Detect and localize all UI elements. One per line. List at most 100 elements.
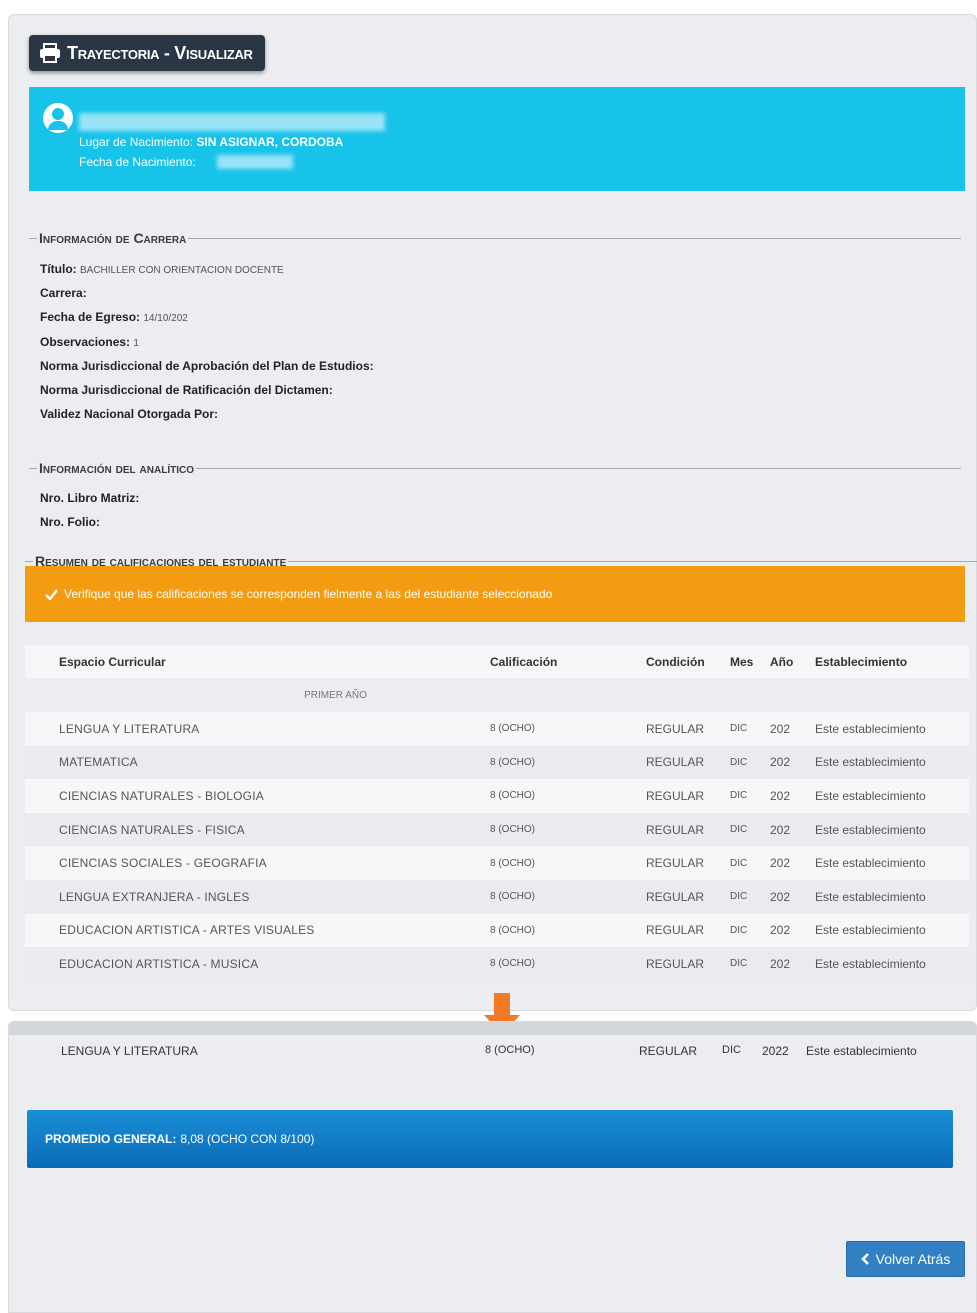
cell-grade: 8 (OCHO) — [490, 879, 646, 914]
birthplace-label: Lugar de Nacimiento: — [79, 135, 194, 149]
table-row: CIENCIAS NATURALES - BIOLOGIA 8 (OCHO) REG… — [25, 779, 969, 813]
cell-condition: REGULAR — [646, 947, 730, 981]
cell-establishment: Este establecimiento — [815, 879, 969, 914]
cell-year: 202 — [770, 947, 815, 981]
cell-year: 202 — [770, 812, 815, 847]
cell-establishment: Este establecimiento — [815, 812, 969, 847]
cell-establishment: Este establecimiento — [815, 745, 969, 780]
chevron-left-icon — [860, 1253, 869, 1265]
cell-subject: EDUCACION ARTISTICA - MUSICA — [25, 947, 490, 981]
field-validez: Validez Nacional Otorgada Por: — [40, 407, 219, 421]
table-row: EDUCACION ARTISTICA - ARTES VISUALES 8 (O… — [25, 913, 969, 948]
cell-condition: REGULAR — [646, 846, 730, 880]
average-box: PROMEDIO GENERAL: 8,08 (OCHO CON 8/100) — [27, 1110, 953, 1168]
col-establecimiento[interactable]: Establecimiento — [815, 645, 969, 678]
col-anio[interactable]: Año — [770, 645, 815, 678]
career-section-legend: Información de Carrera — [29, 230, 961, 246]
cell-condition: REGULAR — [646, 879, 730, 914]
cell-condition: REGULAR — [646, 913, 730, 948]
cell-condition: REGULAR — [646, 812, 730, 847]
birthplace-value: SIN ASIGNAR, CORDOBA — [196, 135, 344, 149]
back-button-label: Volver Atrás — [875, 1251, 951, 1267]
cell-grade: 8 (OCHO) — [490, 712, 646, 746]
analitico-section-legend: Información del analítico — [29, 460, 961, 476]
cell-month: DIC — [730, 947, 770, 981]
cell-grade: 8 (OCHO) — [490, 913, 646, 948]
zoom-condition: REGULAR — [639, 1044, 698, 1058]
average-value: 8,08 (OCHO CON 8/100) — [180, 1132, 315, 1146]
student-name-redacted — [79, 113, 385, 131]
grades-table: Espacio Curricular Calificación Condició… — [25, 645, 969, 981]
birthdate-label: Fecha de Nacimiento: — [79, 155, 196, 169]
cell-grade: 8 (OCHO) — [490, 779, 646, 813]
cell-month: DIC — [730, 879, 770, 914]
cell-subject: EDUCACION ARTISTICA - ARTES VISUALES — [25, 913, 490, 948]
cell-year: 202 — [770, 779, 815, 813]
cell-year: 202 — [770, 745, 815, 780]
cell-year: 202 — [770, 879, 815, 914]
cell-year: 202 — [770, 712, 815, 746]
cell-subject: CIENCIAS NATURALES - FISICA — [25, 812, 490, 847]
page-title: Trayectoria - Visualizar — [67, 42, 253, 63]
table-row: CIENCIAS SOCIALES - GEOGRAFIA 8 (OCHO) REG… — [25, 846, 969, 880]
cell-establishment: Este establecimiento — [815, 913, 969, 948]
cell-establishment: Este establecimiento — [815, 779, 969, 813]
cell-month: DIC — [730, 712, 770, 746]
col-calificacion[interactable]: Calificación — [490, 645, 646, 678]
cell-month: DIC — [730, 913, 770, 948]
print-icon — [40, 43, 60, 63]
zoom-year: 2022 — [762, 1044, 789, 1058]
zoom-month: DIC — [722, 1044, 741, 1056]
student-info-box: Lugar de Nacimiento: SIN ASIGNAR, CORDOB… — [29, 87, 965, 191]
back-button[interactable]: Volver Atrás — [846, 1241, 965, 1277]
cell-condition: REGULAR — [646, 745, 730, 780]
cell-year: 202 — [770, 913, 815, 948]
cell-condition: REGULAR — [646, 779, 730, 813]
cell-month: DIC — [730, 779, 770, 813]
col-espacio-curricular[interactable]: Espacio Curricular — [25, 645, 490, 678]
cell-year: 202 — [770, 846, 815, 880]
birthdate-redacted — [217, 155, 293, 169]
field-norma-ratificacion: Norma Jurisdiccional de Ratificación del… — [40, 383, 333, 397]
zoom-establishment: Este establecimiento — [806, 1044, 917, 1058]
cell-establishment: Este establecimiento — [815, 947, 969, 981]
zoom-subject: LENGUA Y LITERATURA — [61, 1044, 198, 1058]
cell-month: DIC — [730, 745, 770, 780]
table-row: LENGUA EXTRANJERA - INGLES 8 (OCHO) REGULA… — [25, 879, 969, 914]
cell-condition: REGULAR — [646, 712, 730, 746]
table-row: MATEMATICA 8 (OCHO) REGULAR DIC 202 Este esta… — [25, 745, 969, 780]
table-row: LENGUA Y LITERATURA 8 (OCHO) REGULAR DIC 202… — [25, 712, 969, 746]
cell-establishment: Este establecimiento — [815, 712, 969, 746]
col-condicion[interactable]: Condición — [646, 645, 730, 678]
user-circle-icon — [43, 103, 73, 133]
average-label: PROMEDIO GENERAL: — [45, 1132, 177, 1146]
birthdate-line: Fecha de Nacimiento: — [79, 155, 196, 169]
cell-subject: LENGUA Y LITERATURA — [25, 712, 490, 746]
field-carrera: Carrera: — [40, 286, 87, 300]
field-libro-matriz: Nro. Libro Matriz: — [40, 491, 140, 505]
cell-grade: 8 (OCHO) — [490, 846, 646, 880]
field-titulo: Título: BACHILLER CON ORIENTACION DOCENT… — [40, 262, 284, 276]
group-label: PRIMER AÑO — [25, 678, 646, 712]
page-title-button[interactable]: Trayectoria - Visualizar — [29, 35, 265, 71]
table-header-row: Espacio Curricular Calificación Condició… — [25, 645, 969, 678]
cell-establishment: Este establecimiento — [815, 846, 969, 880]
col-mes[interactable]: Mes — [730, 645, 770, 678]
field-observaciones: Observaciones: 1 — [40, 335, 139, 349]
table-row: CIENCIAS NATURALES - FISICA 8 (OCHO) REGUL… — [25, 812, 969, 847]
cell-grade: 8 (OCHO) — [490, 745, 646, 780]
cell-month: DIC — [730, 812, 770, 847]
check-icon — [45, 588, 58, 600]
cell-grade: 8 (OCHO) — [490, 812, 646, 847]
cell-month: DIC — [730, 846, 770, 880]
table-row: EDUCACION ARTISTICA - MUSICA 8 (OCHO) REGU… — [25, 947, 969, 981]
birthplace-line: Lugar de Nacimiento: SIN ASIGNAR, CORDOB… — [79, 135, 343, 149]
cell-grade: 8 (OCHO) — [490, 947, 646, 981]
field-egreso: Fecha de Egreso: 14/10/202 — [40, 310, 188, 324]
cell-subject: MATEMATICA — [25, 745, 490, 780]
field-folio: Nro. Folio: — [40, 515, 100, 529]
verification-warning: Verifique que las calificaciones se corr… — [25, 566, 965, 622]
cell-subject: CIENCIAS NATURALES - BIOLOGIA — [25, 779, 490, 813]
group-row: PRIMER AÑO — [25, 678, 969, 712]
cell-subject: LENGUA EXTRANJERA - INGLES — [25, 879, 490, 914]
